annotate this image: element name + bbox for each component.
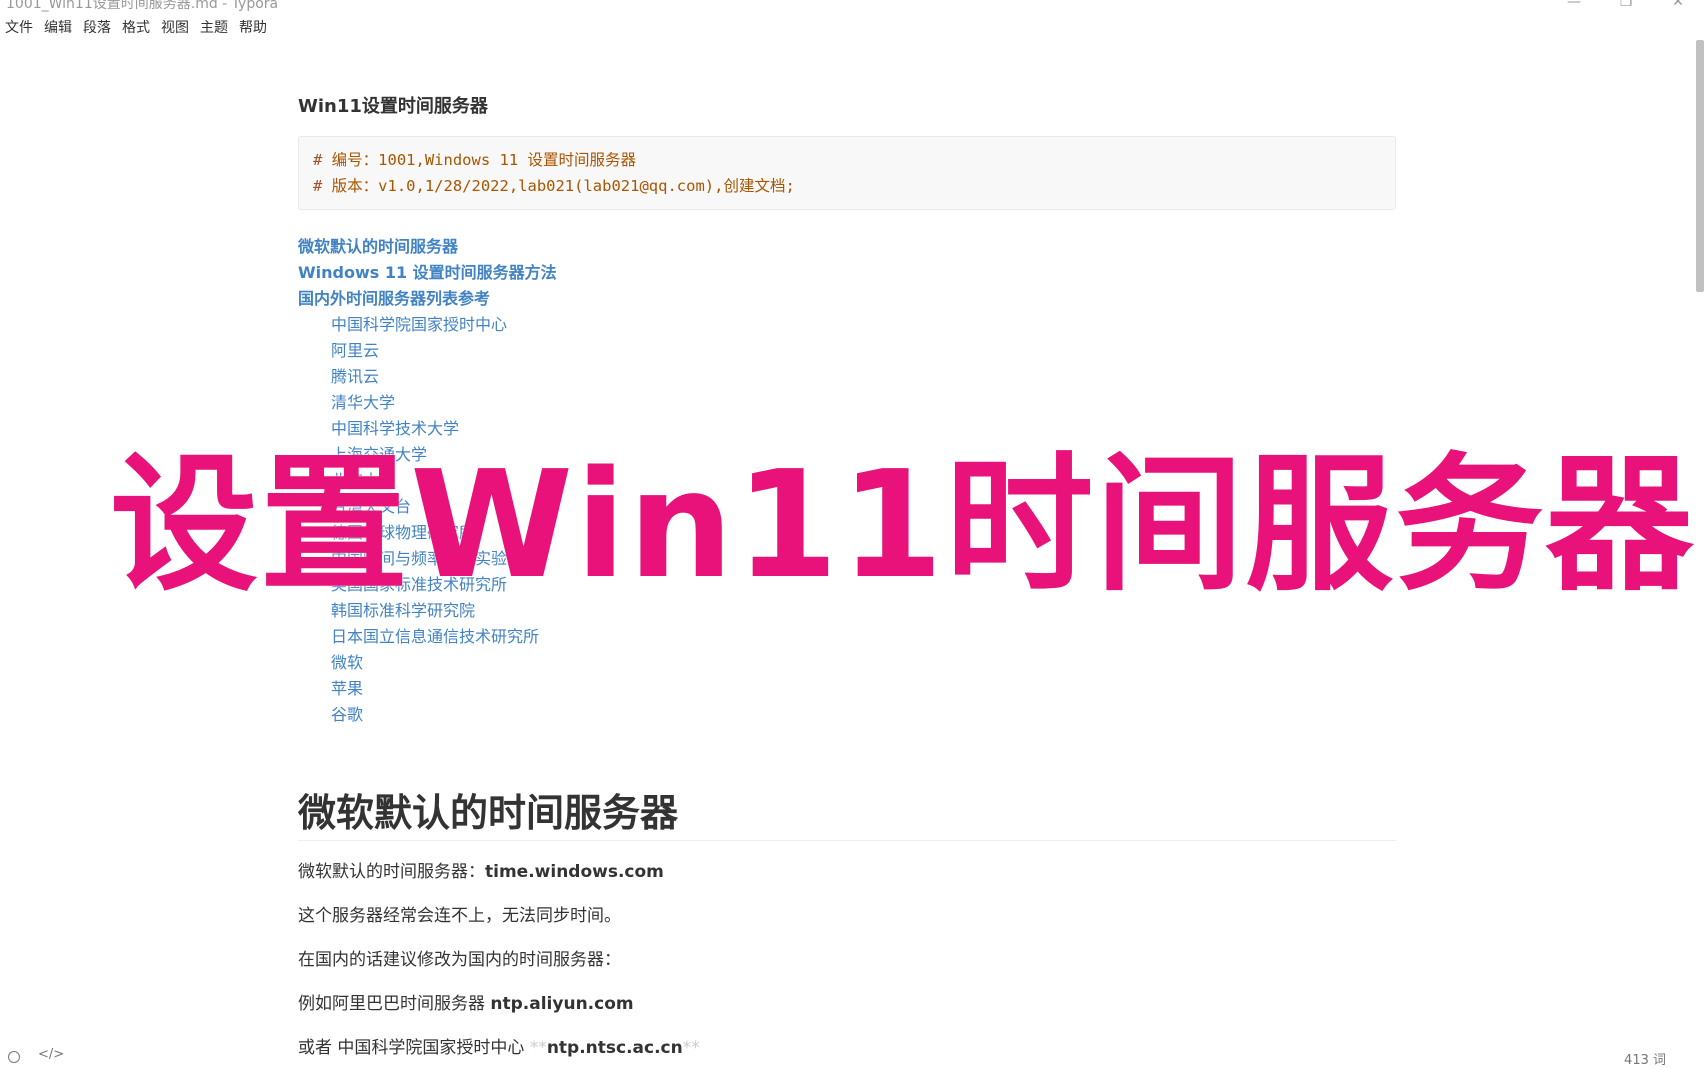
menu-bar: 文件 编辑 段落 格式 视图 主题 帮助 bbox=[0, 17, 273, 39]
menu-file[interactable]: 文件 bbox=[0, 17, 39, 39]
window-controls: — ❐ ✕ bbox=[1548, 0, 1704, 12]
toc-sublink[interactable]: 德国地球物理研究所 bbox=[298, 520, 1396, 546]
paragraph: 微软默认的时间服务器：time.windows.com bbox=[298, 862, 664, 882]
outline-toggle-icon[interactable] bbox=[8, 1051, 20, 1063]
paragraph: 在国内的话建议修改为国内的时间服务器： bbox=[298, 950, 621, 970]
code-line: # 编号：1001,Windows 11 设置时间服务器 bbox=[313, 151, 636, 169]
maximize-button[interactable]: ❐ bbox=[1600, 0, 1652, 12]
toc-sublink[interactable]: 腾讯云 bbox=[298, 364, 1396, 390]
menu-help[interactable]: 帮助 bbox=[234, 17, 273, 39]
toc-link[interactable]: 国内外时间服务器列表参考 bbox=[298, 286, 1396, 312]
window-title: 1001_Win11设置时间服务器.md - Typora bbox=[6, 0, 279, 12]
menu-edit[interactable]: 编辑 bbox=[39, 17, 78, 39]
document-content[interactable]: Win11设置时间服务器 # 编号：1001,Windows 11 设置时间服务… bbox=[298, 80, 1396, 1061]
toc-sublink[interactable]: 韩国标准科学研究院 bbox=[298, 598, 1396, 624]
toc-sublink[interactable]: 中国科学院国家授时中心 bbox=[298, 312, 1396, 338]
paragraph: 这个服务器经常会连不上，无法同步时间。 bbox=[298, 906, 621, 926]
toc-sublink[interactable]: 北京大学 bbox=[298, 468, 1396, 494]
section-heading: 微软默认的时间服务器 bbox=[298, 788, 1396, 841]
document-title: Win11设置时间服务器 bbox=[298, 96, 488, 117]
menu-view[interactable]: 视图 bbox=[156, 17, 195, 39]
toc-sublink[interactable]: 美国国家标准技术研究所 bbox=[298, 572, 1396, 598]
menu-theme[interactable]: 主题 bbox=[195, 17, 234, 39]
table-of-contents: 微软默认的时间服务器 Windows 11 设置时间服务器方法 国内外时间服务器… bbox=[298, 234, 1396, 728]
paragraph: 例如阿里巴巴时间服务器 ntp.aliyun.com bbox=[298, 994, 634, 1014]
close-button[interactable]: ✕ bbox=[1652, 0, 1704, 12]
menu-format[interactable]: 格式 bbox=[117, 17, 156, 39]
menu-paragraph[interactable]: 段落 bbox=[78, 17, 117, 39]
toc-sublink[interactable]: 台湾天文台 bbox=[298, 494, 1396, 520]
toc-sublink[interactable]: 苹果 bbox=[298, 676, 1396, 702]
toc-sublink[interactable]: 阿里云 bbox=[298, 338, 1396, 364]
toc-link[interactable]: 微软默认的时间服务器 bbox=[298, 234, 1396, 260]
vertical-scrollbar[interactable] bbox=[1696, 40, 1704, 292]
toc-sublink[interactable]: 中国科学技术大学 bbox=[298, 416, 1396, 442]
code-block[interactable]: # 编号：1001,Windows 11 设置时间服务器 # 版本：v1.0,1… bbox=[298, 136, 1396, 210]
toc-sublink[interactable]: 中国时间与频率标准实验室 bbox=[298, 546, 1396, 572]
toc-sublink[interactable]: 微软 bbox=[298, 650, 1396, 676]
status-bar: </> 413 词 bbox=[0, 1046, 1704, 1068]
source-code-icon[interactable]: </> bbox=[38, 1047, 64, 1063]
code-line: # 版本：v1.0,1/28/2022,lab021(lab021@qq.com… bbox=[313, 177, 795, 195]
toc-sublink[interactable]: 清华大学 bbox=[298, 390, 1396, 416]
word-count[interactable]: 413 词 bbox=[1624, 1049, 1666, 1068]
toc-sublink[interactable]: 日本国立信息通信技术研究所 bbox=[298, 624, 1396, 650]
toc-sublink[interactable]: 上海交通大学 bbox=[298, 442, 1396, 468]
toc-sublink[interactable]: 谷歌 bbox=[298, 702, 1396, 728]
toc-link[interactable]: Windows 11 设置时间服务器方法 bbox=[298, 260, 1396, 286]
minimize-button[interactable]: — bbox=[1548, 0, 1600, 12]
title-bar: 1001_Win11设置时间服务器.md - Typora — ❐ ✕ bbox=[0, 0, 1704, 12]
